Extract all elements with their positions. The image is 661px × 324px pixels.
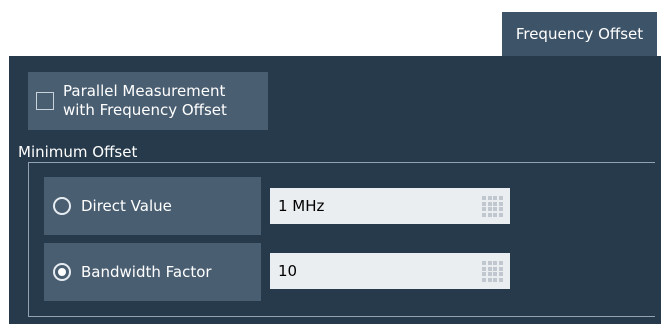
bandwidth-factor-text: 10 (278, 262, 298, 280)
direct-value-radio[interactable]: Direct Value (44, 177, 261, 235)
keypad-icon[interactable] (482, 261, 503, 282)
group-border-left (28, 162, 29, 317)
minimum-offset-title: Minimum Offset (18, 143, 138, 161)
checkbox-box[interactable] (36, 92, 54, 110)
group-border-bottom (28, 316, 655, 317)
bandwidth-factor-field[interactable]: 10 (270, 253, 510, 289)
bandwidth-factor-radio[interactable]: Bandwidth Factor (44, 243, 261, 301)
bandwidth-factor-label: Bandwidth Factor (81, 263, 212, 281)
radio-unselected-icon[interactable] (53, 197, 71, 215)
parallel-measurement-checkbox[interactable]: Parallel Measurement with Frequency Offs… (28, 72, 268, 130)
group-border-top (28, 162, 655, 163)
direct-value-text: 1 MHz (278, 197, 325, 215)
direct-value-field[interactable]: 1 MHz (270, 188, 510, 224)
tab-frequency-offset[interactable]: Frequency Offset (502, 12, 657, 56)
direct-value-label: Direct Value (81, 197, 172, 215)
parallel-measurement-label: Parallel Measurement with Frequency Offs… (63, 82, 227, 119)
keypad-icon[interactable] (482, 196, 503, 217)
radio-selected-icon[interactable] (53, 263, 71, 281)
